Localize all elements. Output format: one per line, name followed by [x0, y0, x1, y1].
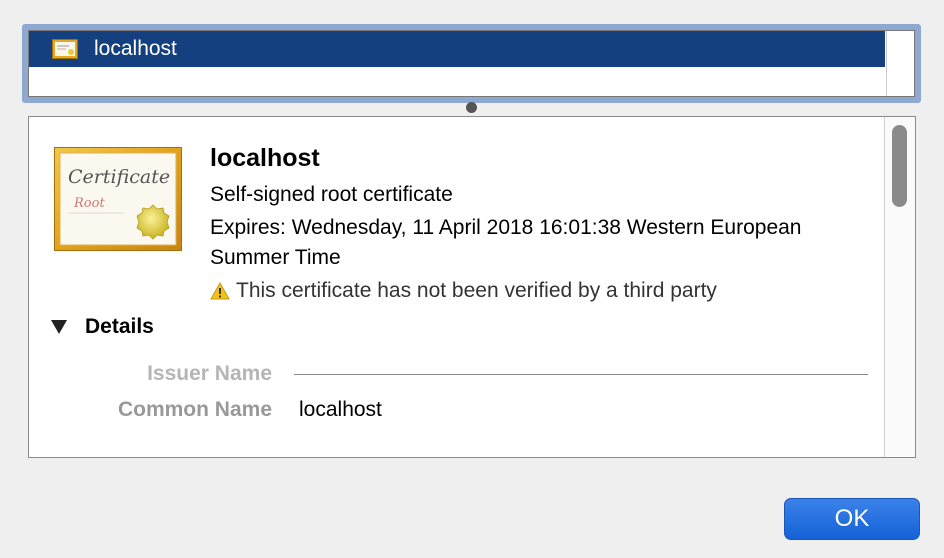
section-divider	[294, 374, 868, 375]
certificate-icon	[52, 39, 78, 59]
details-label: Details	[85, 315, 154, 338]
certificate-subtitle: Self-signed root certificate	[210, 183, 453, 206]
certificate-detail-pane: Certificate Root localhost Self-signed r…	[28, 116, 916, 458]
certificate-list: localhost	[22, 24, 921, 103]
certificate-list-body: localhost	[28, 30, 915, 97]
verification-warning: This certificate has not been verified b…	[210, 279, 717, 303]
certificate-list-item-label: localhost	[94, 37, 177, 60]
certificate-title: localhost	[210, 144, 320, 172]
certificate-icon: Certificate Root	[54, 147, 182, 251]
detail-scrollbar[interactable]	[884, 117, 915, 457]
ok-button[interactable]: OK	[784, 498, 920, 540]
certificate-expiry: Expires: Wednesday, 11 April 2018 16:01:…	[210, 216, 802, 269]
list-scrollbar[interactable]	[886, 31, 914, 96]
details-disclosure[interactable]: Details	[51, 315, 154, 339]
warning-icon	[210, 282, 230, 300]
common-name-label: Common Name	[117, 398, 272, 421]
split-view-handle[interactable]	[466, 102, 477, 113]
warning-text: This certificate has not been verified b…	[236, 279, 717, 302]
certificate-list-item-localhost[interactable]: localhost	[29, 31, 885, 67]
scrollbar-thumb[interactable]	[892, 125, 907, 207]
common-name-value: localhost	[299, 398, 382, 421]
issuer-name-label: Issuer Name	[147, 362, 272, 385]
certificate-root-text: Root	[73, 196, 105, 211]
disclosure-triangle-icon	[51, 320, 67, 334]
certificate-script-text: Certificate	[68, 166, 170, 188]
